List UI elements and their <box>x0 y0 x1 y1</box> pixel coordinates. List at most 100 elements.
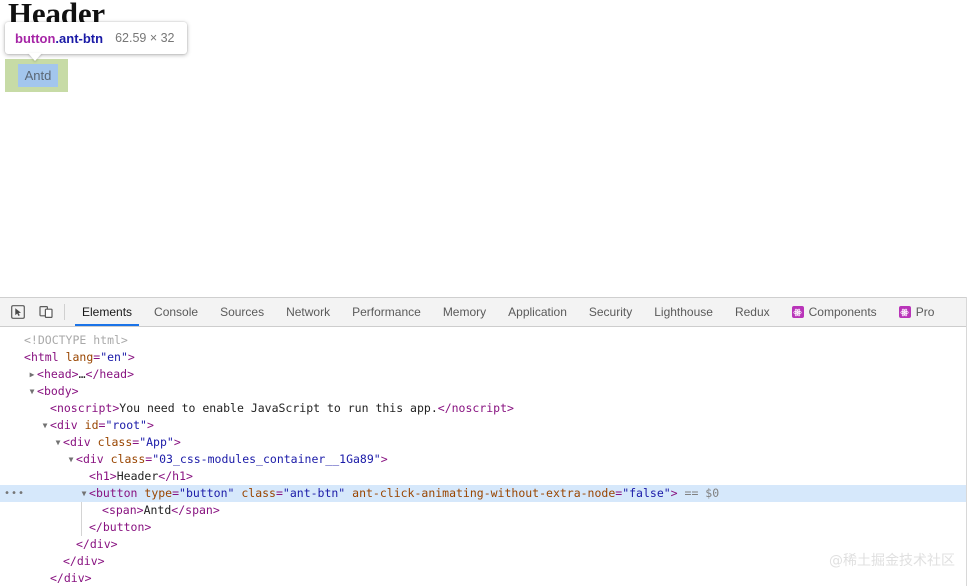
code-token-punct: > <box>71 384 79 398</box>
code-token-punct: > <box>507 401 514 415</box>
code-token-tagn: div <box>63 571 85 585</box>
tab-components[interactable]: Components <box>781 298 888 326</box>
code-token-doctype: <!DOCTYPE html> <box>24 333 128 347</box>
code-token-punct: < <box>50 401 57 415</box>
chevron-right-icon[interactable] <box>27 366 37 383</box>
tab-components-label: Components <box>808 305 877 319</box>
tab-profiler[interactable]: Pro <box>888 298 946 326</box>
dom-node-row[interactable]: </div> <box>0 570 967 586</box>
tab-console-label: Console <box>154 305 199 319</box>
code-token-punct: </ <box>85 367 100 381</box>
code-token-tagn: h1 <box>95 469 110 483</box>
tab-performance-label: Performance <box>352 305 421 319</box>
tab-performance[interactable]: Performance <box>341 298 432 326</box>
code-token-tagn: body <box>43 384 72 398</box>
code-token-punct: < <box>89 486 96 500</box>
tab-redux-label: Redux <box>734 305 770 319</box>
dom-node-row[interactable]: <html lang="en"> <box>0 349 967 366</box>
code-token-tagn: div <box>82 452 104 466</box>
dom-node-row[interactable]: <span>Antd</span> <box>0 502 967 519</box>
tab-sources[interactable]: Sources <box>209 298 275 326</box>
node-overflow-badge[interactable]: ••• <box>4 489 24 499</box>
tab-redux[interactable]: Redux <box>724 298 781 326</box>
dom-node-row[interactable]: < noscript> You need to enable JavaScript … <box>0 400 967 417</box>
code-token-attrn: class <box>234 486 276 500</box>
tab-elements[interactable]: Elements <box>71 298 143 326</box>
dom-node-row[interactable]: <div id="root"> <box>0 417 967 434</box>
tooltip-tag-name: button <box>15 30 56 46</box>
code-token-punct: </ <box>158 469 173 483</box>
code-token-punct: </ <box>89 520 103 534</box>
tooltip-class-name: .ant-btn <box>55 30 104 46</box>
dom-node-row[interactable]: </div> <box>0 536 967 553</box>
code-token-punct: < <box>24 350 31 364</box>
tab-security[interactable]: Security <box>578 298 643 326</box>
code-token-tagn: head <box>43 367 72 381</box>
code-token-punct: </ <box>50 571 64 585</box>
code-token-punct: > <box>136 503 144 517</box>
code-token-attrn: id <box>77 418 99 432</box>
code-token-tagn: div <box>89 537 111 551</box>
code-token-tagn: head <box>99 367 128 381</box>
tab-network[interactable]: Network <box>275 298 341 326</box>
code-token-punct: > <box>110 537 118 551</box>
code-token-textn: … <box>78 367 86 381</box>
dom-node-row[interactable]: <div class="03_css-modules_container__1G… <box>0 451 967 468</box>
tooltip-arrow <box>28 53 42 61</box>
code-token-punct: < <box>37 384 44 398</box>
dom-node-row-selected[interactable]: •••<button type="button" class="ant-btn"… <box>0 485 967 502</box>
code-token-textn: You need to enable JavaScript to run thi… <box>119 401 438 415</box>
dom-node-row[interactable]: <head>…</head> <box>0 366 967 383</box>
chevron-down-icon[interactable] <box>53 434 63 451</box>
chevron-down-icon[interactable] <box>40 417 50 434</box>
code-token-tagn: span <box>108 503 137 517</box>
code-token-attrv: "root" <box>105 418 147 432</box>
tab-elements-label: Elements <box>82 305 133 319</box>
react-icon <box>898 306 911 318</box>
dom-node-row[interactable]: </div> <box>0 553 967 570</box>
dom-node-row[interactable]: <h1>Header</h1> <box>0 468 967 485</box>
devtools-panel: Elements Console Sources Network Perform… <box>0 297 967 586</box>
code-token-attrv: "button" <box>179 486 235 500</box>
tab-memory[interactable]: Memory <box>432 298 497 326</box>
tab-application[interactable]: Application <box>497 298 578 326</box>
code-token-punct: </ <box>437 401 452 415</box>
code-token-tagn: div <box>69 435 91 449</box>
code-token-tagn: button <box>95 486 138 500</box>
tab-console[interactable]: Console <box>143 298 209 326</box>
code-token-punct: </ <box>63 554 77 568</box>
dom-node-row[interactable]: <body> <box>0 383 967 400</box>
code-token-tagn: html <box>30 350 59 364</box>
antd-button-label[interactable]: Antd <box>18 64 58 87</box>
code-token-tagn: noscript <box>451 401 508 415</box>
dom-node-row[interactable]: <!DOCTYPE html> <box>0 332 967 349</box>
tab-lighthouse-label: Lighthouse <box>654 305 713 319</box>
code-token-punct: > <box>71 367 79 381</box>
code-token-attrv: "ant-btn" <box>282 486 346 500</box>
code-token-attrv: "03_css-modules_container__1Ga89" <box>152 452 381 466</box>
dom-tree[interactable]: <!DOCTYPE html><html lang="en"><head>…</… <box>0 327 967 586</box>
code-token-textn: Header <box>116 469 159 483</box>
dom-node-row[interactable]: <div class="App"> <box>0 434 967 451</box>
code-token-dollar: == $0 <box>677 486 720 500</box>
code-token-punct: > <box>380 452 388 466</box>
inspect-element-tooltip: button .ant-btn 62.59 × 32 <box>5 22 187 54</box>
inspect-element-icon[interactable] <box>4 298 32 326</box>
code-token-attrn: class <box>103 452 146 466</box>
code-token-punct: < <box>89 469 96 483</box>
chevron-down-icon[interactable] <box>66 451 76 468</box>
code-token-punct: < <box>50 418 57 432</box>
tree-guide-line <box>81 502 82 536</box>
rendered-page-viewport: Header Antd button .ant-btn 62.59 × 32 <box>0 0 967 297</box>
chevron-down-icon[interactable] <box>27 383 37 400</box>
device-toolbar-icon[interactable] <box>32 298 60 326</box>
code-token-punct: = <box>172 486 180 500</box>
chevron-down-icon[interactable] <box>79 485 89 502</box>
tab-lighthouse[interactable]: Lighthouse <box>643 298 724 326</box>
toolbar-divider <box>64 304 65 320</box>
code-token-punct: > <box>127 367 135 381</box>
dom-node-row[interactable]: </button> <box>0 519 967 536</box>
code-token-punct: < <box>37 367 44 381</box>
code-token-punct: = <box>275 486 283 500</box>
code-token-punct: > <box>212 503 220 517</box>
